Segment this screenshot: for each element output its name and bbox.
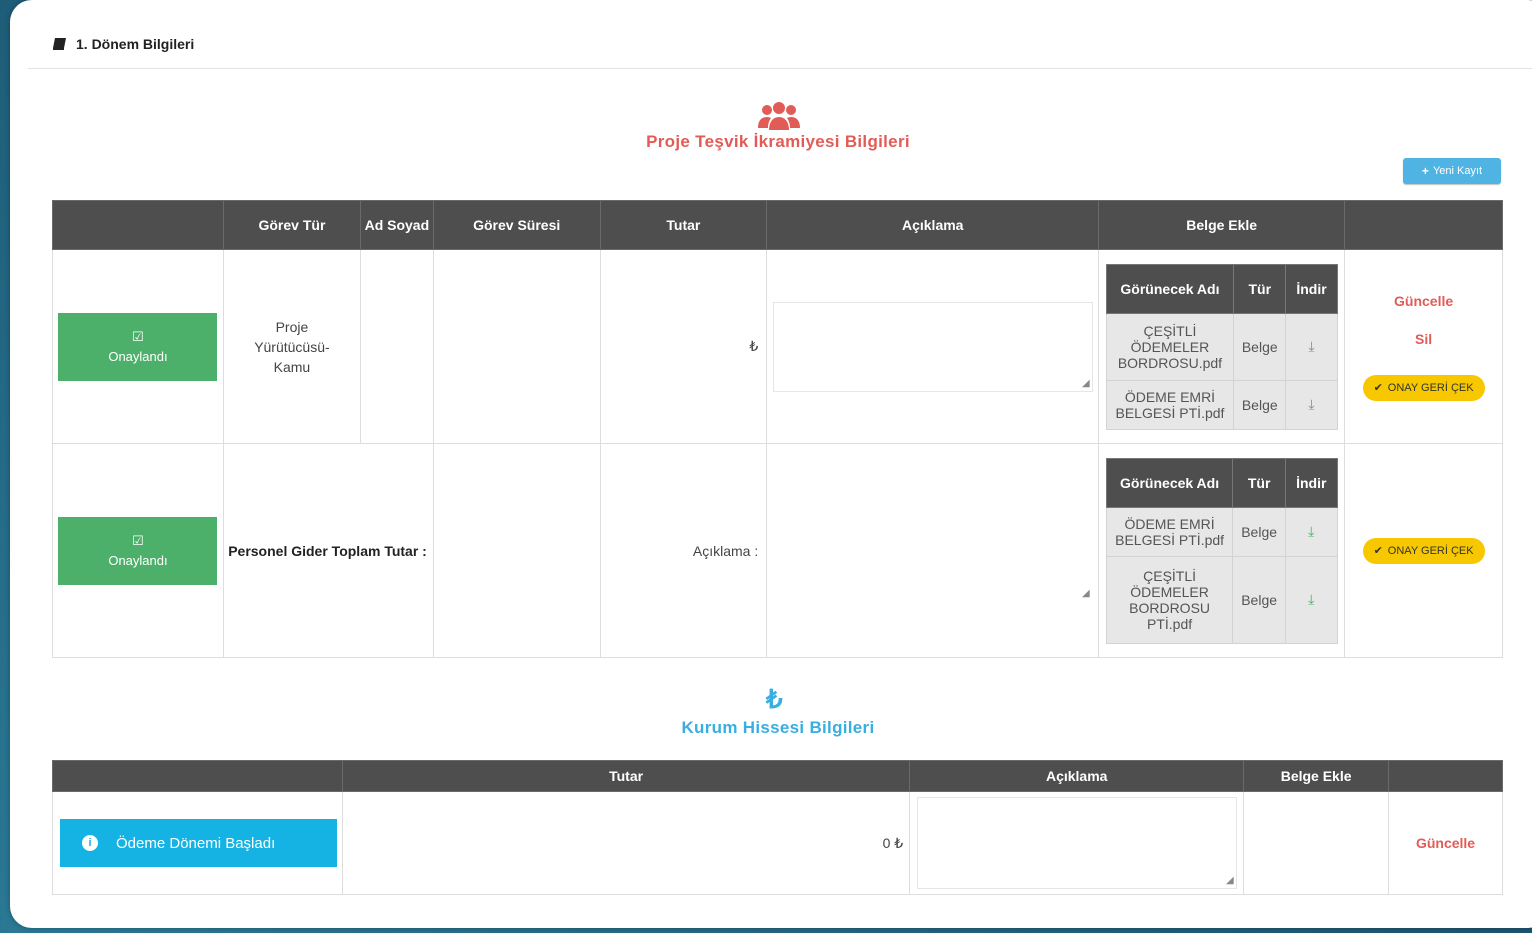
col-header-actions-left bbox=[52, 200, 224, 250]
incentive-table: Görev Tür Ad Soyad Görev Süresi Tutar Aç… bbox=[52, 200, 1503, 658]
col-header-tutar: Tutar bbox=[599, 200, 768, 250]
doc-header-type: Tür bbox=[1232, 457, 1286, 508]
check-icon: ✔ bbox=[1373, 545, 1383, 557]
check-square-icon: ☑ bbox=[132, 533, 144, 548]
aciklama-label: Açıklama : bbox=[599, 443, 768, 658]
panel-header: 1. Dönem Bilgileri bbox=[28, 20, 1532, 69]
col-header-aciklama: Açıklama bbox=[766, 200, 1100, 250]
doc-header-type: Tür bbox=[1233, 263, 1287, 314]
check-square-icon: ☑ bbox=[132, 329, 144, 344]
document-row: ÖDEME EMRİ BELGESİ PTİ.pdf Belge ⤓ bbox=[1105, 379, 1338, 430]
doc-header-name: Görünecek Adı bbox=[1105, 457, 1234, 508]
download-icon[interactable]: ⤓ bbox=[1308, 591, 1314, 607]
approved-status-button[interactable]: ☑ Onaylandı bbox=[58, 516, 218, 585]
resize-grip-icon: ◢ bbox=[1082, 587, 1090, 599]
total-label: Personel Gider Toplam Tutar : bbox=[222, 443, 434, 658]
col-header-gorev-tur: Görev Tür bbox=[222, 200, 361, 250]
document-name: ÖDEME EMRİ BELGESİ PTİ.pdf bbox=[1105, 506, 1234, 557]
update-link[interactable]: Güncelle bbox=[1346, 293, 1501, 309]
col-header-belge-ekle: Belge Ekle bbox=[1243, 760, 1390, 792]
download-icon[interactable]: ⤓ bbox=[1308, 338, 1314, 354]
col-header-tutar: Tutar bbox=[341, 760, 911, 792]
period-panel: 1. Dönem Bilgileri Proje Teşvik İkramiye… bbox=[10, 0, 1532, 928]
col-header-aciklama: Açıklama bbox=[909, 760, 1245, 792]
col-header-actions bbox=[1388, 760, 1503, 792]
table-row-total: ☑ Onaylandı Personel Gider Toplam Tutar … bbox=[52, 443, 1503, 658]
document-type: Belge bbox=[1233, 312, 1287, 381]
belge-ekle-cell bbox=[1243, 791, 1390, 895]
aciklama-textarea[interactable]: ◢ bbox=[772, 301, 1093, 392]
table-row: ☑ Onaylandı Proje Yürütücüsü-Kamu ₺ ◢ Gö… bbox=[52, 249, 1503, 444]
col-header-actions-right bbox=[1344, 200, 1503, 250]
document-table: Görünecek Adı Tür İndir ÖDEME EMRİ BELGE… bbox=[1105, 457, 1338, 644]
document-type: Belge bbox=[1233, 379, 1287, 430]
revoke-approval-button[interactable]: ✔ ONAY GERİ ÇEK bbox=[1362, 374, 1485, 401]
col-header-belge-ekle: Belge Ekle bbox=[1098, 200, 1346, 250]
download-icon[interactable]: ⤓ bbox=[1308, 523, 1314, 539]
check-icon: ✔ bbox=[1373, 382, 1383, 394]
approved-status-button[interactable]: ☑ Onaylandı bbox=[58, 312, 218, 381]
document-row: ÖDEME EMRİ BELGESİ PTİ.pdf Belge ⤓ bbox=[1105, 506, 1338, 557]
resize-grip-icon: ◢ bbox=[1082, 377, 1090, 389]
document-type: Belge bbox=[1232, 506, 1286, 557]
gorev-suresi-cell bbox=[432, 249, 601, 444]
document-name: ÖDEME EMRİ BELGESİ PTİ.pdf bbox=[1105, 379, 1235, 430]
doc-header-download: İndir bbox=[1284, 457, 1338, 508]
gorev-tur-cell: Proje Yürütücüsü-Kamu bbox=[222, 249, 361, 444]
new-record-button[interactable]: + Yeni Kayıt bbox=[1403, 158, 1501, 184]
users-icon bbox=[758, 102, 800, 130]
document-row: ÇEŞİTLİ ÖDEMELER BORDROSU PTİ.pdf Belge … bbox=[1105, 555, 1338, 644]
lira-icon: ₺ bbox=[766, 684, 783, 714]
institution-share-table: Tutar Açıklama Belge Ekle i Ödeme Dönemi… bbox=[52, 760, 1503, 895]
book-icon bbox=[53, 38, 66, 50]
revoke-approval-button[interactable]: ✔ ONAY GERİ ÇEK bbox=[1362, 537, 1485, 564]
col-header-gorev-suresi: Görev Süresi bbox=[432, 200, 601, 250]
payment-period-status-button[interactable]: i Ödeme Dönemi Başladı bbox=[60, 819, 337, 867]
section1-title: Proje Teşvik İkramiyesi Bilgileri bbox=[646, 132, 910, 151]
total-value-cell bbox=[432, 443, 601, 658]
col-header-ad-soyad: Ad Soyad bbox=[359, 200, 434, 250]
download-icon[interactable]: ⤓ bbox=[1308, 396, 1314, 412]
plus-icon: + bbox=[1421, 164, 1429, 178]
document-name: ÇEŞİTLİ ÖDEMELER BORDROSU.pdf bbox=[1105, 312, 1235, 381]
update-link[interactable]: Güncelle bbox=[1416, 835, 1475, 851]
document-type: Belge bbox=[1232, 555, 1286, 644]
aciklama-textarea[interactable]: ◢ bbox=[773, 500, 1092, 601]
tutar-cell: 0 ₺ bbox=[341, 791, 911, 895]
panel-title: 1. Dönem Bilgileri bbox=[76, 36, 195, 52]
info-icon: i bbox=[82, 835, 98, 851]
table-row: i Ödeme Dönemi Başladı 0 ₺ ◢ Güncelle bbox=[52, 791, 1503, 895]
document-table: Görünecek Adı Tür İndir ÇEŞİTLİ ÖDEMELER… bbox=[1105, 263, 1338, 430]
delete-link[interactable]: Sil bbox=[1346, 331, 1501, 347]
doc-header-download: İndir bbox=[1285, 263, 1338, 314]
col-header-status bbox=[52, 760, 343, 792]
document-name: ÇEŞİTLİ ÖDEMELER BORDROSU PTİ.pdf bbox=[1105, 555, 1234, 644]
tutar-cell: ₺ bbox=[599, 249, 768, 444]
document-row: ÇEŞİTLİ ÖDEMELER BORDROSU.pdf Belge ⤓ bbox=[1105, 312, 1338, 381]
section2-title: Kurum Hissesi Bilgileri bbox=[681, 718, 875, 737]
aciklama-textarea[interactable]: ◢ bbox=[916, 797, 1237, 889]
ad-soyad-cell bbox=[359, 249, 434, 444]
doc-header-name: Görünecek Adı bbox=[1105, 263, 1235, 314]
resize-grip-icon: ◢ bbox=[1226, 875, 1234, 886]
